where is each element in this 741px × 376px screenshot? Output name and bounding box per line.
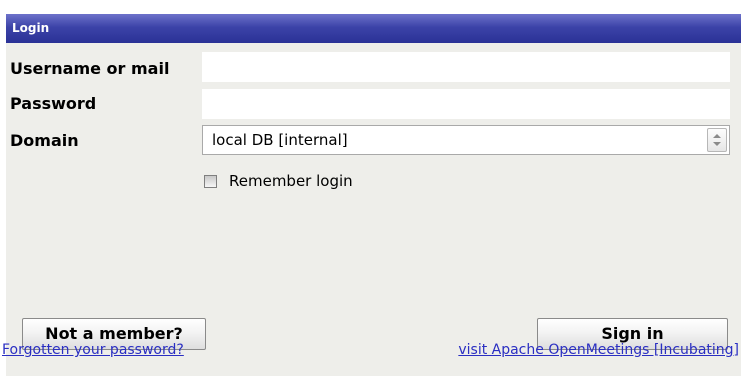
domain-selected-value: local DB [internal] <box>212 131 348 149</box>
domain-label: Domain <box>10 131 79 150</box>
username-input[interactable] <box>202 52 730 82</box>
visit-openmeetings-link[interactable]: visit Apache OpenMeetings [Incubating] <box>458 340 739 360</box>
forgot-password-link[interactable]: Forgotten your password? <box>2 340 184 360</box>
up-down-arrows-icon <box>713 134 721 146</box>
dialog-title: Login <box>12 21 50 35</box>
remember-login-checkbox[interactable] <box>204 175 217 188</box>
password-label: Password <box>10 94 97 113</box>
username-label: Username or mail <box>10 59 170 78</box>
password-input[interactable] <box>202 89 730 119</box>
login-dialog: Login Username or mail Password Domain l… <box>6 14 741 376</box>
domain-spinner[interactable] <box>707 128 727 152</box>
remember-login-label[interactable]: Remember login <box>229 171 353 191</box>
domain-select[interactable]: local DB [internal] <box>202 125 730 155</box>
dialog-titlebar: Login <box>6 14 741 43</box>
